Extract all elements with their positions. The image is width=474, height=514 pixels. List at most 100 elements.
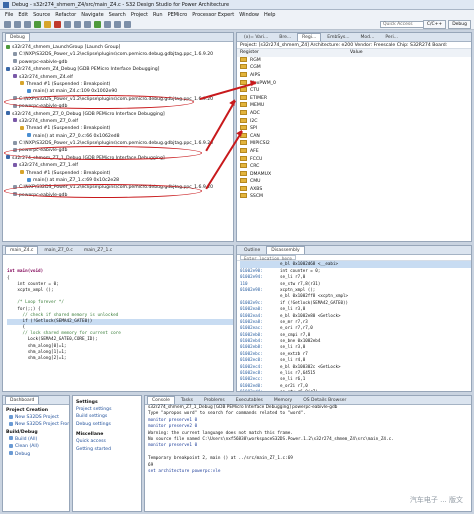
register-group-row[interactable]: AFE — [240, 147, 471, 156]
save-icon[interactable] — [14, 20, 21, 28]
register-group-row[interactable]: I2C — [240, 117, 471, 126]
settings-link[interactable]: Debug settings — [76, 421, 138, 428]
location-input[interactable]: Enter location here — [240, 255, 296, 261]
dashboard-link[interactable]: New S32DS Project From Example — [6, 421, 69, 428]
disassembly-line[interactable]: 01002ed4: se_stw r6,0(r7) — [240, 389, 471, 391]
register-group-row[interactable]: CMU — [240, 178, 471, 186]
process-icon — [13, 51, 17, 56]
debug-tree-row[interactable]: s32r274_shmem_Z4.elf — [6, 74, 233, 81]
menu-search[interactable]: Search — [109, 12, 126, 18]
register-group-row[interactable]: ETIMER — [240, 94, 471, 103]
debug-tree-row[interactable]: s32r274_shmem_Z7_0.elf — [6, 118, 233, 125]
tab-view-2[interactable]: Regi... — [297, 33, 322, 41]
terminate-icon[interactable] — [54, 20, 61, 28]
print-icon[interactable] — [24, 20, 31, 28]
tab-view-3[interactable]: EmbSys... — [322, 33, 354, 41]
register-group-row[interactable]: MEMU — [240, 102, 471, 110]
tab-outline[interactable]: Outline — [239, 246, 265, 254]
menu-pemicro[interactable]: PEMicro — [168, 12, 188, 18]
dashboard-panel: Dashboard Project Creation New S32DS Proj… — [2, 395, 70, 512]
tab-disassembly[interactable]: Disassembly — [266, 246, 305, 254]
tab-memory[interactable]: Memory — [269, 396, 297, 404]
register-group-row[interactable]: CRC — [240, 163, 471, 171]
register-group-row[interactable]: ADC — [240, 109, 471, 118]
menu-run[interactable]: Run — [153, 12, 163, 18]
tab-debug[interactable]: Debug — [5, 33, 30, 41]
register-group-row[interactable]: DMAMUX — [240, 170, 471, 179]
menu-file[interactable]: File — [5, 12, 13, 18]
debug-tree-row[interactable]: s32r274_shmem_Z7_0_Debug [GDB PEMicro In… — [6, 111, 233, 118]
back-icon[interactable] — [114, 20, 121, 28]
settings-link[interactable]: Build settings — [76, 413, 138, 420]
tab-editor-2[interactable]: main_Z7_1.c — [79, 246, 117, 254]
perspective-cc[interactable]: C/C++ — [422, 20, 447, 29]
debug-tree-row[interactable]: s32r274_shmem_LaunchGroup [Launch Group] — [6, 44, 233, 51]
debug-tree-row[interactable]: powerpc-eabivle-gdb — [6, 59, 233, 66]
tab-executables[interactable]: Executables — [231, 396, 268, 404]
register-group-name: SSCM — [250, 194, 264, 200]
resume-icon[interactable] — [94, 20, 101, 28]
menu-refactor[interactable]: Refactor — [55, 12, 76, 18]
menu-project[interactable]: Project — [131, 12, 148, 18]
debug-tree-row[interactable]: s32r274_shmem_Z4_Debug [GDB PEMicro Inte… — [6, 66, 233, 73]
register-group-row[interactable]: AIPS — [240, 71, 471, 80]
tab-view-5[interactable]: Peri... — [380, 33, 403, 41]
register-group-row[interactable]: CGM — [240, 64, 471, 72]
register-group-row[interactable]: CAN — [240, 132, 471, 141]
register-group-row[interactable]: CTU — [240, 87, 471, 95]
register-group-row[interactable]: FlexPWM_0 — [240, 79, 471, 88]
tab-editor-0[interactable]: main_Z4.c — [5, 246, 39, 254]
settings-link[interactable]: Project settings — [76, 406, 138, 413]
tab-view-1[interactable]: Bre... — [274, 33, 296, 41]
tab-view-0[interactable]: (x)= Vari... — [239, 33, 273, 41]
misc-link[interactable]: Quick access — [76, 438, 138, 445]
folder-icon — [240, 170, 247, 176]
registers-view: (x)= Vari... Bre... Regi... EmbSys... Mod...… — [236, 32, 472, 242]
step-over-icon[interactable] — [74, 20, 81, 28]
dashboard-link[interactable]: Build (All) — [6, 436, 69, 443]
menu-help[interactable]: Help — [264, 12, 275, 18]
dashboard-link[interactable]: Clean (All) — [6, 443, 69, 450]
debug-tree-label: Thread #1 (Suspended : Breakpoint) — [26, 81, 111, 87]
step-return-icon[interactable] — [84, 20, 91, 28]
register-group-row[interactable]: SPI — [240, 125, 471, 133]
tab-view-4[interactable]: Mod... — [356, 33, 380, 41]
misc-link[interactable]: Getting started — [76, 446, 138, 453]
register-group-row[interactable]: AXBS — [240, 185, 471, 194]
forward-icon[interactable] — [124, 20, 131, 28]
code-line: shm_along[2]=1; — [7, 356, 67, 361]
new-icon[interactable] — [4, 20, 11, 28]
quick-access-field[interactable]: Quick Access — [380, 21, 426, 28]
menu-processor-expert[interactable]: Processor Expert — [192, 12, 234, 18]
perspective-debug[interactable]: Debug — [448, 20, 471, 29]
search-icon[interactable] — [104, 20, 111, 28]
window-title: Debug - s32r274_shmem_Z4/src/main_Z4.c -… — [12, 1, 230, 8]
tab-os-details-browser[interactable]: OS Details Browser — [298, 396, 351, 404]
tab-problems[interactable]: Problems — [199, 396, 230, 404]
suspend-icon[interactable] — [44, 20, 51, 28]
tab-editor-1[interactable]: main_Z7_0.c — [39, 246, 77, 254]
tab-dashboard[interactable]: Dashboard — [5, 396, 40, 404]
menu-edit[interactable]: Edit — [18, 12, 28, 18]
debug-tree-row[interactable]: Thread #1 (Suspended : Breakpoint) — [6, 125, 233, 132]
debug-tree-row[interactable]: main() at main_Z7_0.c:66 0x1062ed8 — [6, 133, 233, 140]
register-group-row[interactable]: SSCM — [240, 193, 471, 201]
menu-source[interactable]: Source — [33, 12, 50, 18]
register-group-row[interactable]: FCCU — [240, 155, 471, 164]
step-into-icon[interactable] — [64, 20, 71, 28]
tab-tasks[interactable]: Tasks — [176, 396, 198, 404]
debug-tree-row[interactable]: s32r274_shmem_Z7_1.elf — [6, 162, 233, 169]
dashboard-link[interactable]: New S32DS Project — [6, 414, 69, 421]
menu-navigate[interactable]: Navigate — [81, 12, 103, 18]
debug-tree-row[interactable]: Thread #1 (Suspended : Breakpoint) — [6, 81, 233, 88]
debug-run-icon[interactable] — [34, 20, 41, 28]
menu-window[interactable]: Window — [239, 12, 259, 18]
tab-console[interactable]: Console — [147, 396, 175, 404]
debug-tree-row[interactable]: Thread #1 (Suspended : Breakpoint) — [6, 170, 233, 177]
register-group-row[interactable]: MIPICSI2 — [240, 140, 471, 148]
debug-tree-label: s32r274_shmem_Z7_1.elf — [19, 163, 79, 169]
dashboard-link[interactable]: Debug — [6, 451, 69, 458]
register-group-row[interactable]: RGM — [240, 56, 471, 65]
debug-tree-row[interactable]: C:\NXP\S32DS_Power_v1.2\eclipse\plugins\… — [6, 51, 233, 58]
code-editor[interactable]: main_Z4.c main_Z7_0.c main_Z7_1.c int main… — [2, 245, 234, 392]
